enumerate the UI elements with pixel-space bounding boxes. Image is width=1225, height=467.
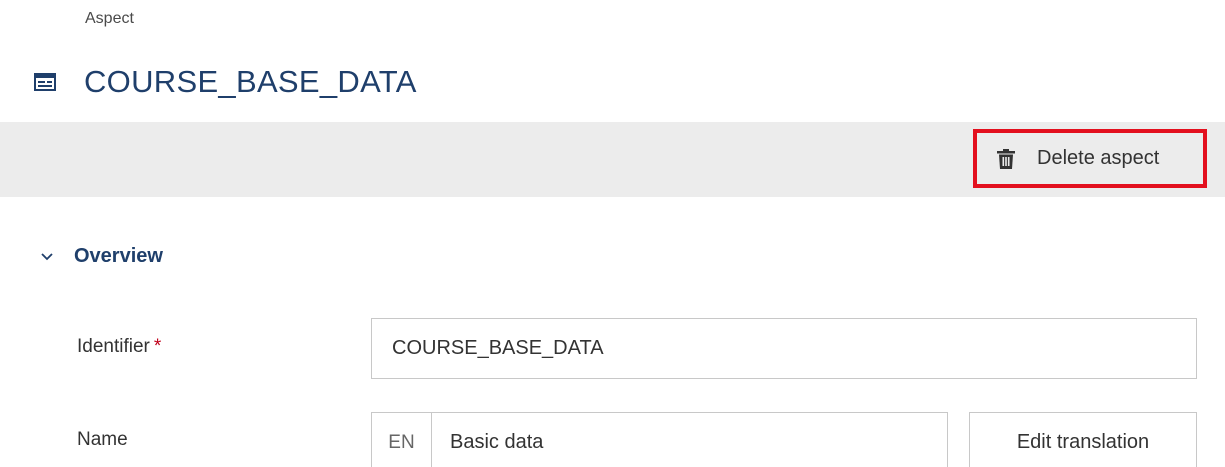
identifier-field[interactable]: COURSE_BASE_DATA <box>371 318 1197 379</box>
page: Aspect COURSE_BASE_DATA Delete aspect Ov… <box>0 0 1225 467</box>
edit-translation-button[interactable]: Edit translation <box>969 412 1197 467</box>
delete-aspect-button[interactable]: Delete aspect <box>973 129 1207 188</box>
breadcrumb[interactable]: Aspect <box>85 10 134 28</box>
section-header-overview[interactable]: Overview <box>40 245 163 268</box>
delete-aspect-label: Delete aspect <box>1037 147 1160 169</box>
name-value: Basic data <box>450 431 544 453</box>
trash-icon <box>997 148 1015 169</box>
name-field[interactable]: EN Basic data <box>371 412 948 467</box>
aspect-card-icon <box>34 73 56 91</box>
identifier-label: Identifier * <box>77 336 161 358</box>
chevron-down-icon <box>41 252 53 260</box>
identifier-label-text: Identifier <box>77 336 150 357</box>
identifier-value: COURSE_BASE_DATA <box>392 337 604 359</box>
section-title: Overview <box>74 245 163 267</box>
name-label: Name <box>77 429 128 450</box>
language-tag: EN <box>372 413 432 467</box>
required-mark: * <box>153 336 162 357</box>
page-title: COURSE_BASE_DATA <box>84 64 417 99</box>
title-row: COURSE_BASE_DATA <box>34 64 417 100</box>
toolbar: Delete aspect <box>0 122 1225 197</box>
